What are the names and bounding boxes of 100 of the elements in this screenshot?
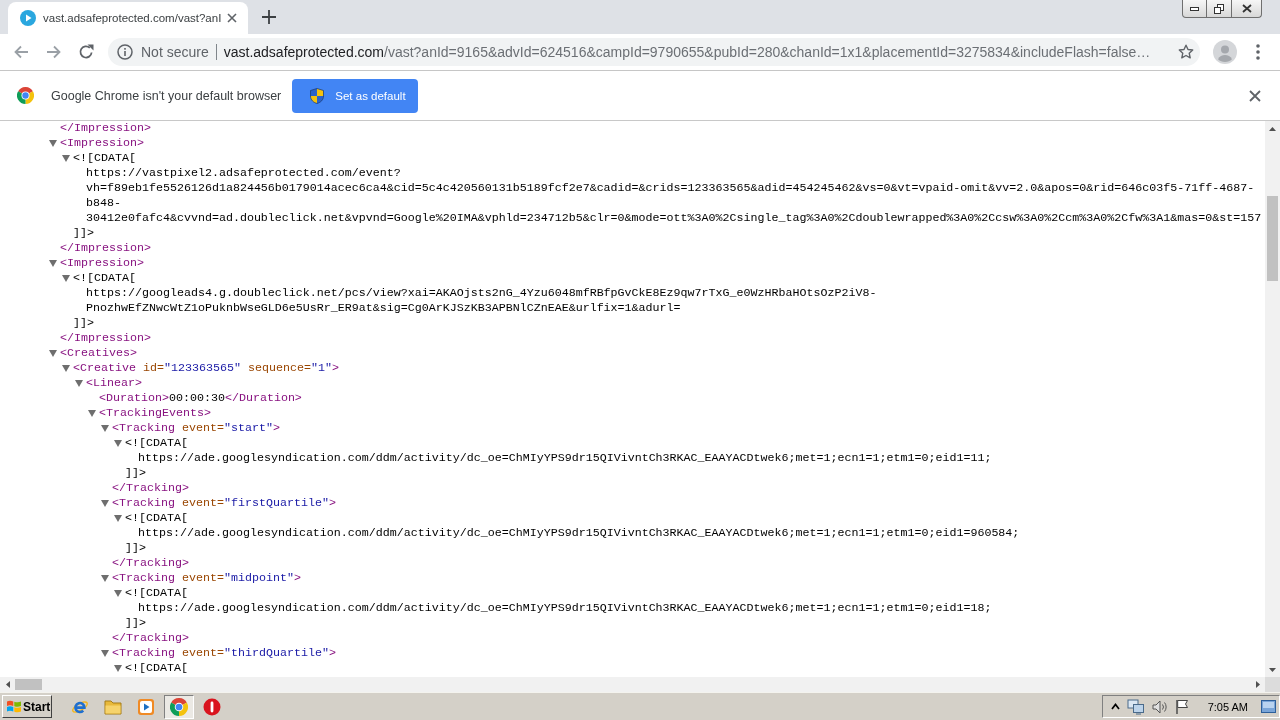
cdata-text-line: https://ade.googlesyndication.com/ddm/activity/dc_oe=ChMIyYPS9dr15QIVivntCh3RKAC_EAAYACDtwek6;met=1;ecn1=1;etm1=0;eid1=18; bbox=[138, 601, 992, 616]
xml-open-tag: <Tracking event="firstQuartile"> bbox=[112, 496, 336, 511]
cdata-text-line: b848- bbox=[86, 196, 121, 211]
xml-close-tag: </Tracking> bbox=[112, 556, 189, 571]
tab-title: vast.adsafeprotected.com/vast?anI bbox=[43, 12, 223, 24]
cdata-close-marker: ]]> bbox=[73, 316, 94, 331]
cdata-text-line: PnozhwEfZNwcWtZ1oPuknbWseGLD6e5UsRr_ER9at&sig=Cg0ArKJSzKB3APBNlCZnEAE&urlfix=1&adurl= bbox=[86, 301, 681, 316]
cdata-open-marker: <![CDATA[ bbox=[73, 151, 136, 166]
xml-open-tag: <Impression> bbox=[60, 256, 144, 271]
xml-close-tag: </Tracking> bbox=[112, 631, 189, 646]
close-window-button[interactable] bbox=[1232, 0, 1262, 18]
xml-close-tag: </Impression> bbox=[60, 331, 151, 346]
cdata-text-line: https://ade.googlesyndication.com/ddm/activity/dc_oe=ChMIyYPS9dr15QIVivntCh3RKAC_EAAYACDtwek6;met=1;ecn1=1;etm1=0;eid1=960584; bbox=[138, 526, 1020, 541]
xml-close-tag: </Tracking> bbox=[112, 481, 189, 496]
xml-open-tag: <Tracking event="midpoint"> bbox=[112, 571, 301, 586]
cdata-close-marker: ]]> bbox=[125, 616, 146, 631]
cdata-open-marker: <![CDATA[ bbox=[125, 511, 188, 526]
clock-text: 7:05 AM bbox=[1207, 700, 1248, 713]
security-label: Not secure bbox=[141, 44, 209, 60]
cdata-text-line: https://googleads4.g.doubleclick.net/pcs/view?xai=AKAOjsts2nG_4Yzu6048mfRBfpGvCkE8Ez9qw7rTxG_e0WzHRbaHOtsOzP2iV8- bbox=[86, 286, 877, 301]
back-icon[interactable] bbox=[13, 44, 29, 60]
url-text: vast.adsafeprotected.com/vast?anId=9165&advId=624516&campId=9790655&pubId=280&chanId=1x1&placementId=3275834&includeFlash=false… bbox=[223, 44, 1151, 60]
vertical-scrollbar[interactable] bbox=[1265, 121, 1280, 677]
collapse-triangle-icon[interactable] bbox=[75, 380, 83, 387]
bookmark-star-icon[interactable] bbox=[1178, 44, 1194, 60]
collapse-triangle-icon[interactable] bbox=[101, 500, 109, 507]
collapse-triangle-icon[interactable] bbox=[101, 650, 109, 657]
collapse-triangle-icon[interactable] bbox=[49, 260, 57, 267]
collapse-triangle-icon[interactable] bbox=[101, 575, 109, 582]
cdata-open-marker: <![CDATA[ bbox=[125, 661, 188, 676]
network-icon[interactable] bbox=[1126, 698, 1145, 715]
windows-logo-icon bbox=[6, 699, 22, 714]
xml-close-tag: </Impression> bbox=[60, 121, 151, 136]
collapse-triangle-icon[interactable] bbox=[114, 440, 122, 447]
flag-icon[interactable] bbox=[1174, 699, 1189, 714]
restore-button[interactable] bbox=[1207, 0, 1232, 18]
cdata-text-line: 30412e0fafc4&cvvnd=ad.doubleclick.net&vpvnd=Google%20IMA&vphld=234712b5&clr=0&mode=ott%3A0%2Csingle_tag%3A0%2Cdoublewrapped%3A0%2Ccsw%3A0%2Ccm%3A0%2Cfw%3A1&mas=0&st=157 bbox=[86, 211, 1262, 226]
cdata-text-line: https://ade.googlesyndication.com/ddm/activity/dc_oe=ChMIyYPS9dr15QIVivntCh3RKAC_EAAYACDtwek6;met=1;ecn1=1;etm1=0;eid1=11; bbox=[138, 451, 992, 466]
collapse-triangle-icon[interactable] bbox=[114, 515, 122, 522]
xml-open-tag: <Tracking event="start"> bbox=[112, 421, 280, 436]
collapse-triangle-icon[interactable] bbox=[62, 365, 70, 372]
infobar-message: Google Chrome isn't your default browser bbox=[51, 88, 282, 103]
xml-open-tag: <Creatives> bbox=[60, 346, 137, 361]
set-default-button[interactable]: Set as default bbox=[292, 78, 419, 113]
horizontal-scrollbar[interactable] bbox=[0, 677, 1265, 692]
cdata-close-marker: ]]> bbox=[125, 541, 146, 556]
close-icon[interactable] bbox=[1249, 89, 1261, 102]
scroll-down-arrow-icon[interactable] bbox=[1269, 667, 1276, 672]
close-icon bbox=[1241, 4, 1252, 13]
minimize-icon bbox=[1190, 6, 1199, 11]
scrollbar-corner bbox=[1265, 677, 1280, 692]
cdata-open-marker: <![CDATA[ bbox=[73, 271, 136, 286]
new-tab-plus-icon[interactable] bbox=[262, 10, 276, 24]
folder-icon bbox=[104, 697, 122, 716]
scrollbar-thumb[interactable] bbox=[15, 679, 42, 690]
xml-open-tag: <Tracking event="thirdQuartile"> bbox=[112, 646, 336, 661]
close-icon[interactable] bbox=[227, 13, 237, 23]
collapse-triangle-icon[interactable] bbox=[114, 665, 122, 672]
minimize-button[interactable] bbox=[1182, 0, 1207, 18]
xml-open-tag: <Creative id="123363565" sequence="1"> bbox=[73, 361, 339, 376]
scroll-left-arrow-icon[interactable] bbox=[5, 681, 10, 688]
info-icon[interactable] bbox=[117, 44, 133, 60]
play-circle-icon bbox=[20, 10, 36, 26]
cdata-open-marker: <![CDATA[ bbox=[125, 586, 188, 601]
collapse-triangle-icon[interactable] bbox=[101, 425, 109, 432]
collapse-triangle-icon[interactable] bbox=[62, 275, 70, 282]
scroll-right-arrow-icon[interactable] bbox=[1255, 681, 1260, 688]
play-square-icon bbox=[137, 697, 155, 716]
show-desktop-icon[interactable] bbox=[1261, 699, 1276, 714]
chevron-up-icon[interactable] bbox=[1110, 703, 1120, 710]
browser-tab[interactable]: vast.adsafeprotected.com/vast?anI bbox=[8, 2, 248, 34]
collapse-triangle-icon[interactable] bbox=[114, 590, 122, 597]
xml-open-tag: <Linear> bbox=[86, 376, 142, 391]
wheel-logo-icon bbox=[17, 87, 34, 104]
collapse-triangle-icon[interactable] bbox=[49, 350, 57, 357]
reload-icon[interactable] bbox=[78, 44, 94, 60]
address-bar[interactable]: Not secure vast.adsafeprotected.com/vast?anId=9165&advId=624516&campId=9790655&pubId=280&chanId=1x1&placementId=3275834&includeFlash=false… bbox=[108, 38, 1200, 66]
cdata-close-marker: ]]> bbox=[73, 226, 94, 241]
start-button[interactable]: Start bbox=[2, 695, 52, 718]
restore-icon bbox=[1214, 3, 1224, 14]
scroll-up-arrow-icon[interactable] bbox=[1269, 126, 1276, 131]
cdata-open-marker: <![CDATA[ bbox=[125, 436, 188, 451]
xml-open-tag: <TrackingEvents> bbox=[99, 406, 211, 421]
forward-icon[interactable] bbox=[46, 44, 62, 60]
xml-close-tag: </Impression> bbox=[60, 241, 151, 256]
taskbar-button[interactable] bbox=[164, 694, 194, 719]
collapse-triangle-icon[interactable] bbox=[88, 410, 96, 417]
collapse-triangle-icon[interactable] bbox=[49, 140, 57, 147]
cdata-text-line: vh=f89eb1fe5526126d1a824456b0179014acec6ca4&cid=5c4c420560131b5189fcf2e7&cadid=&crids=123363565&adid=454245462&vs=0&vt=vpaid-omit&vv=2.0&apos=0&rid=646c03f5-71ff-4687- bbox=[86, 181, 1255, 196]
collapse-triangle-icon[interactable] bbox=[62, 155, 70, 162]
circle-bar-icon bbox=[203, 697, 221, 716]
cdata-text-line: https://vastpixel2.adsafeprotected.com/event? bbox=[86, 166, 401, 181]
scrollbar-thumb[interactable] bbox=[1267, 196, 1278, 281]
speaker-icon[interactable] bbox=[1151, 699, 1168, 714]
more-menu-icon[interactable] bbox=[1256, 44, 1260, 60]
wheel-logo-icon bbox=[170, 697, 188, 716]
cdata-close-marker: ]]> bbox=[125, 466, 146, 481]
xml-open-tag: <Impression> bbox=[60, 136, 144, 151]
xml-element-line: <Duration>00:00:30</Duration> bbox=[99, 391, 302, 406]
shield-icon bbox=[310, 87, 325, 104]
